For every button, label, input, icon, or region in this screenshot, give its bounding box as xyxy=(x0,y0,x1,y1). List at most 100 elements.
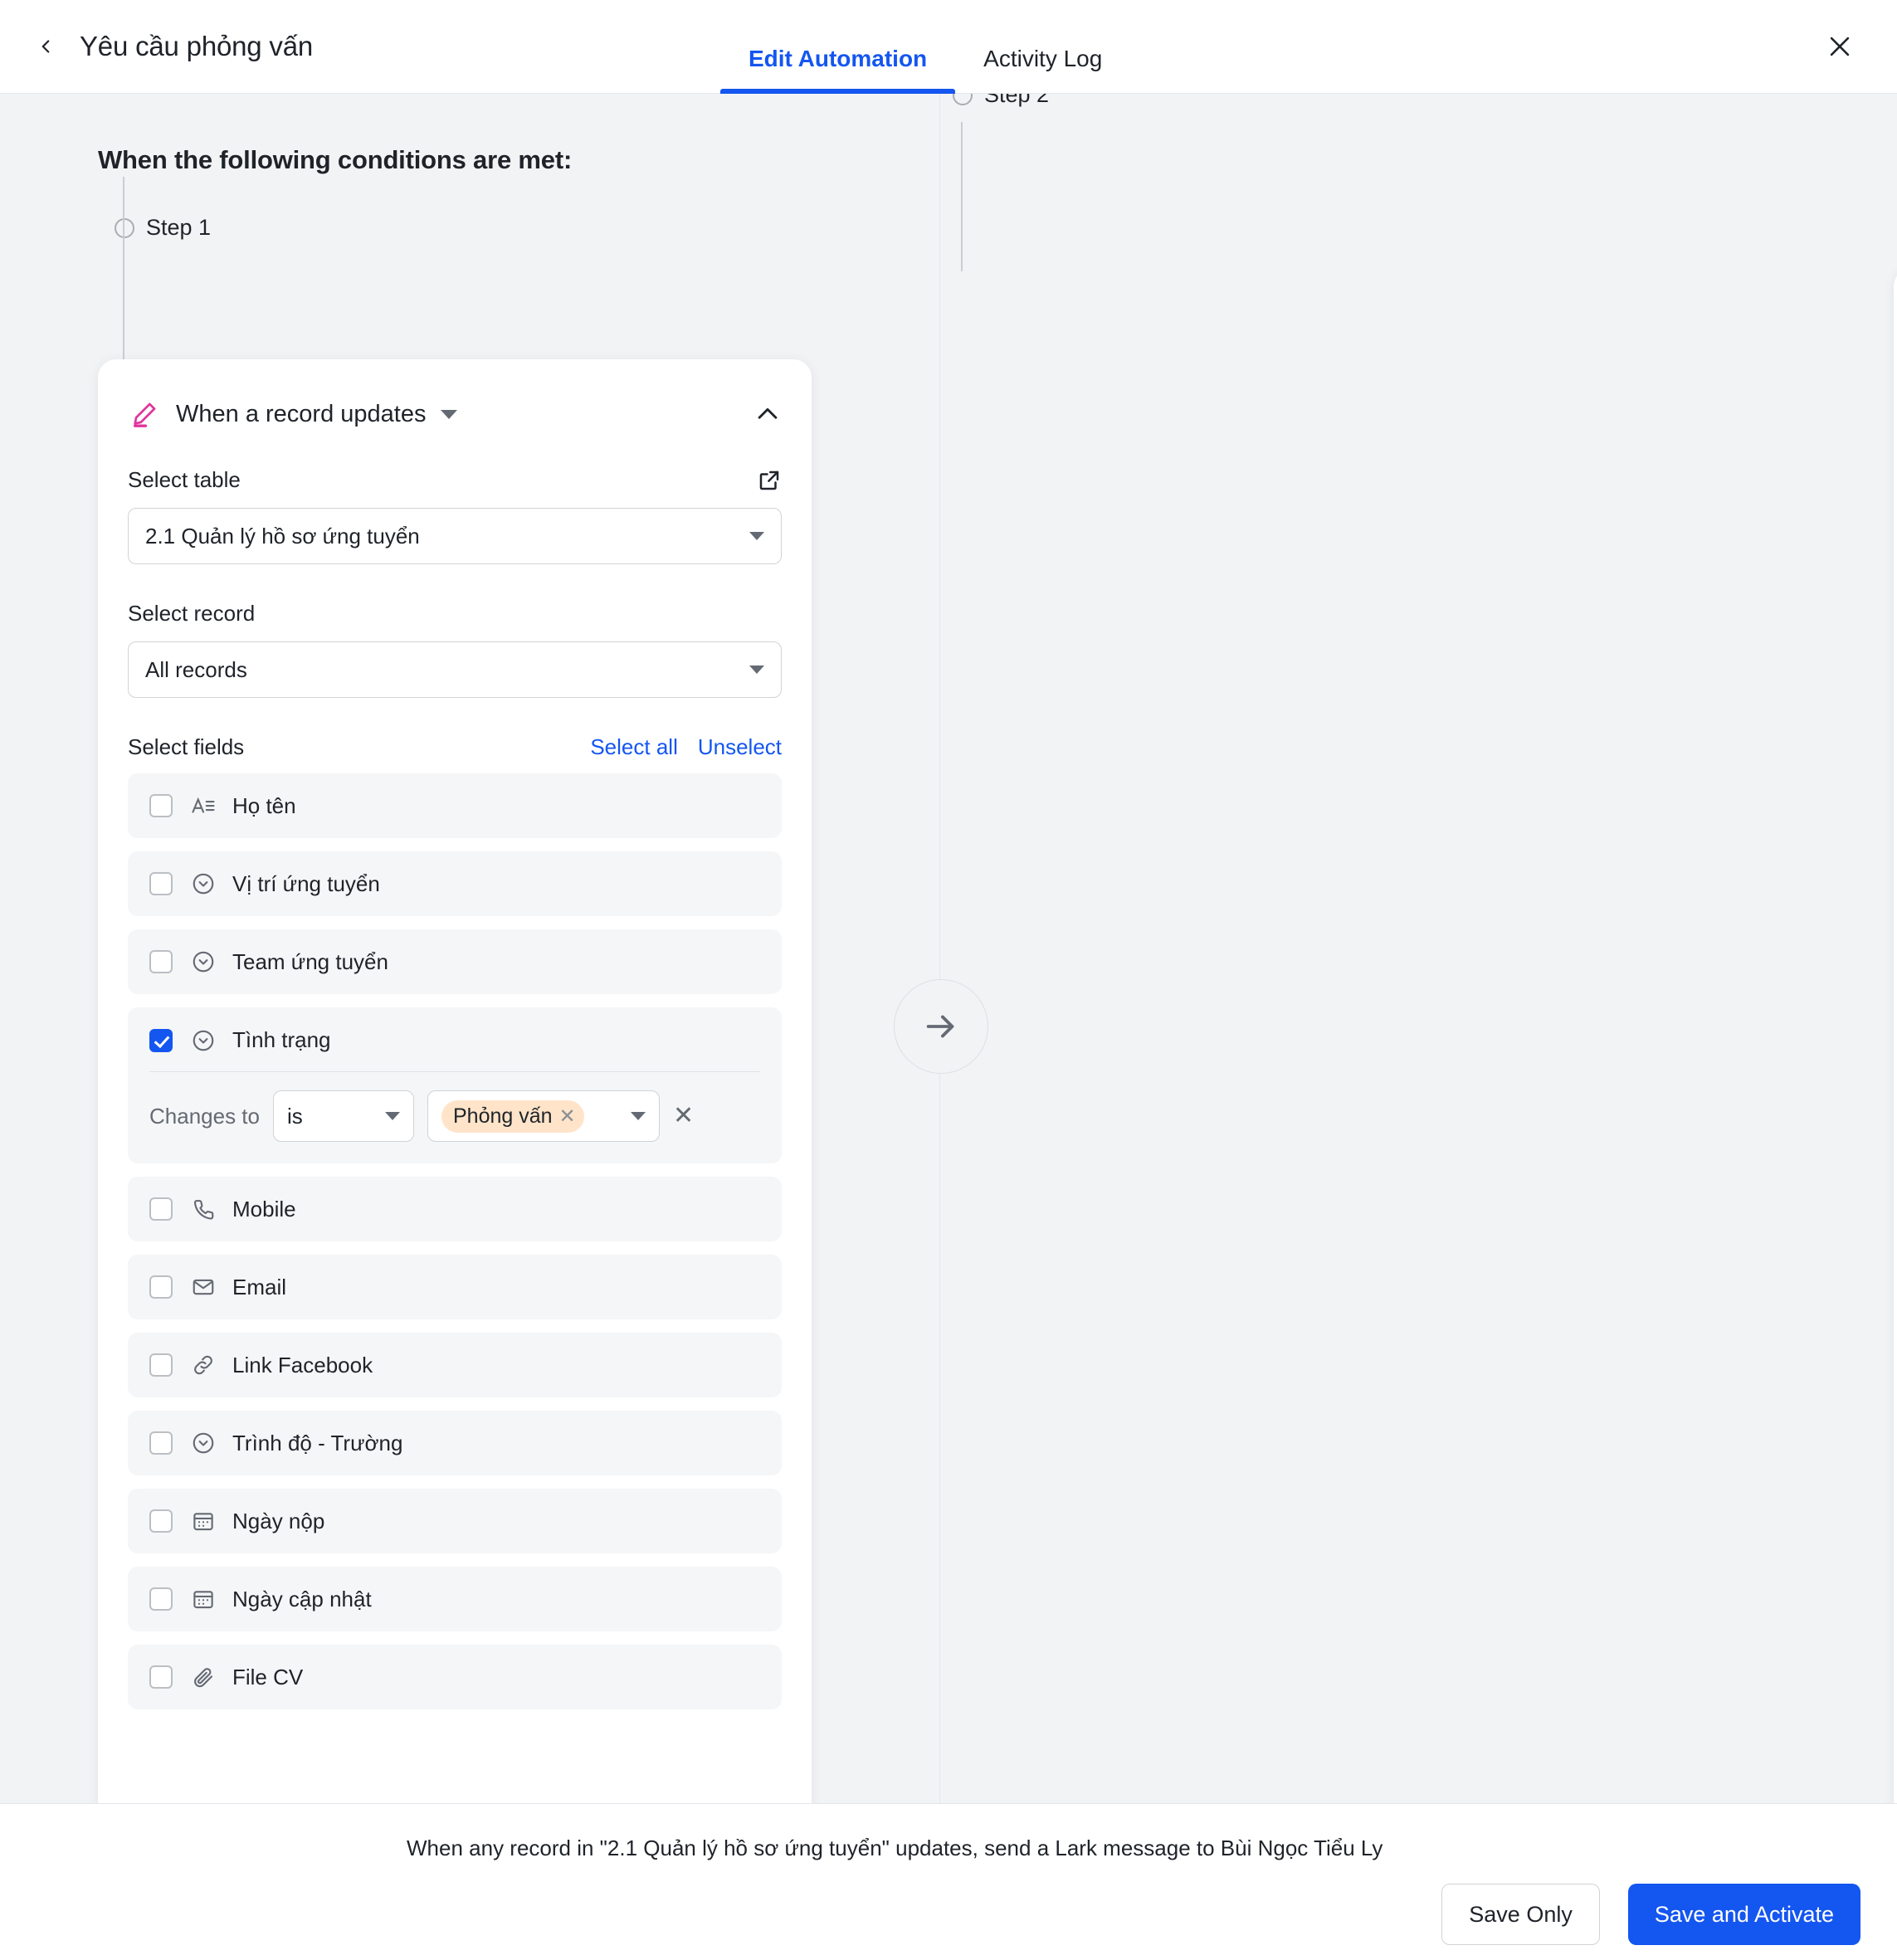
trigger-collapse-chevron-up-icon[interactable] xyxy=(753,400,782,428)
field-row-team-ung-tuyen[interactable]: Team ứng tuyển xyxy=(128,929,782,994)
field-name: Team ứng tuyển xyxy=(232,948,388,974)
footer-actions: Save Only Save and Activate xyxy=(1441,1884,1860,1945)
field-row-ho-ten[interactable]: Họ tên xyxy=(128,773,782,838)
page-title: Yêu cầu phỏng vấn xyxy=(80,31,313,61)
select-table-label-row: Select table xyxy=(128,467,782,493)
attachment-icon xyxy=(191,1665,216,1689)
condition-operator-dropdown[interactable]: is xyxy=(272,1090,414,1142)
trigger-card: When a record updates Select table 2.1 Q xyxy=(98,359,812,1803)
field-checkbox[interactable] xyxy=(149,950,173,973)
tag-close-icon[interactable]: ✕ xyxy=(559,1104,576,1129)
window-header: Yêu cầu phỏng vấn Edit Automation Activi… xyxy=(0,0,1897,94)
select-table-value: 2.1 Quản lý hồ sơ ứng tuyển xyxy=(145,523,420,549)
remove-condition-close-icon[interactable]: ✕ xyxy=(673,1104,694,1129)
select-all-link[interactable]: Select all xyxy=(590,734,678,760)
field-checkbox[interactable] xyxy=(149,1197,173,1221)
select-table-dropdown[interactable]: 2.1 Quản lý hồ sơ ứng tuyển xyxy=(128,508,782,564)
caret-down-icon xyxy=(630,1112,646,1120)
field-row-ngay-nop[interactable]: Ngày nộp xyxy=(128,1489,782,1553)
condition-value-tag-label: Phỏng vấn xyxy=(452,1104,553,1128)
field-row-tinh-trang: Tình trạng Changes to is Phỏng vấn ✕ ✕ xyxy=(128,1007,782,1163)
field-name: Họ tên xyxy=(232,792,296,818)
unselect-link[interactable]: Unselect xyxy=(698,734,782,760)
action-card: Send a Lark message From HRM-ATS xyxy=(1894,268,1897,1803)
select-fields-label-row: Select fields Select all Unselect xyxy=(128,734,782,760)
trigger-card-header: When a record updates xyxy=(128,359,782,431)
tab-edit-automation[interactable]: Edit Automation xyxy=(720,46,956,94)
field-name: Trình độ - Trường xyxy=(232,1430,403,1455)
envelope-icon xyxy=(191,1275,216,1299)
close-icon xyxy=(1830,37,1850,56)
step-dot-icon xyxy=(115,217,134,238)
field-name: Email xyxy=(232,1274,287,1299)
field-name: Link Facebook xyxy=(232,1352,373,1377)
arrow-right-icon xyxy=(926,1015,954,1038)
field-checkbox[interactable] xyxy=(149,1509,173,1533)
field-row-vi-tri-ung-tuyen[interactable]: Vị trí ứng tuyển xyxy=(128,851,782,916)
save-only-button[interactable]: Save Only xyxy=(1441,1884,1600,1945)
step-connector-arrow[interactable] xyxy=(894,979,988,1074)
external-link-icon[interactable] xyxy=(757,468,782,493)
field-name: Ngày cập nhật xyxy=(232,1586,372,1611)
select-record-label: Select record xyxy=(128,601,256,626)
condition-value-tag: Phỏng vấn ✕ xyxy=(441,1099,584,1133)
field-row-file-cv[interactable]: File CV xyxy=(128,1645,782,1709)
field-row-trinh-do-truong[interactable]: Trình độ - Trường xyxy=(128,1411,782,1475)
field-row-mobile[interactable]: Mobile xyxy=(128,1177,782,1241)
chevron-left-icon xyxy=(41,40,50,53)
field-checkbox[interactable] xyxy=(149,1028,173,1052)
condition-row: Changes to is Phỏng vấn ✕ ✕ xyxy=(128,1072,782,1163)
single-select-icon xyxy=(191,871,216,896)
step-2-label: Step 2 xyxy=(953,94,1897,108)
field-checkbox[interactable] xyxy=(149,1431,173,1455)
step-2-connector xyxy=(961,122,963,271)
calendar-icon xyxy=(191,1587,216,1611)
step-1-connector xyxy=(123,177,124,363)
single-select-icon xyxy=(191,1431,216,1455)
field-row-ngay-cap-nhat[interactable]: Ngày cập nhật xyxy=(128,1567,782,1631)
section-heading: When the following conditions are met: xyxy=(98,145,573,174)
field-checkbox[interactable] xyxy=(149,1665,173,1689)
action-column: Step 2 Send a Lark message Fr xyxy=(941,94,1897,1803)
step-dot-icon xyxy=(953,94,973,105)
condition-operator-value: is xyxy=(286,1103,303,1129)
trigger-dropdown-caret-down-icon[interactable] xyxy=(441,409,458,419)
field-name: Mobile xyxy=(232,1196,296,1221)
save-and-activate-button[interactable]: Save and Activate xyxy=(1627,1884,1860,1945)
field-row-email[interactable]: Email xyxy=(128,1255,782,1319)
single-select-icon xyxy=(191,949,216,974)
select-table-label: Select table xyxy=(128,467,241,492)
link-icon xyxy=(191,1353,216,1377)
field-checkbox[interactable] xyxy=(149,794,173,817)
calendar-icon xyxy=(191,1509,216,1533)
window-footer: When any record in "2.1 Quản lý hồ sơ ứn… xyxy=(0,1803,1897,1960)
field-checkbox[interactable] xyxy=(149,872,173,895)
field-name: Tình trạng xyxy=(232,1027,331,1052)
field-checkbox[interactable] xyxy=(149,1587,173,1611)
step-1-text: Step 1 xyxy=(146,215,212,240)
field-checkbox[interactable] xyxy=(149,1275,173,1299)
text-field-icon xyxy=(191,793,216,818)
back-button[interactable] xyxy=(27,27,65,66)
field-name: Ngày nộp xyxy=(232,1508,325,1533)
pencil-edit-icon xyxy=(128,397,161,431)
select-fields-label: Select fields xyxy=(128,734,245,759)
trigger-column: When the following conditions are met: S… xyxy=(0,94,940,1803)
automation-editor-window: Yêu cầu phỏng vấn Edit Automation Activi… xyxy=(0,0,1897,1960)
field-name: Vị trí ứng tuyển xyxy=(232,870,380,896)
condition-value-dropdown[interactable]: Phỏng vấn ✕ xyxy=(427,1090,660,1142)
field-name: File CV xyxy=(232,1664,304,1689)
automation-summary: When any record in "2.1 Quản lý hồ sơ ứn… xyxy=(407,1836,1383,1860)
close-button[interactable] xyxy=(1819,26,1860,67)
field-row-tinh-trang-header[interactable]: Tình trạng xyxy=(128,1007,782,1071)
single-select-icon xyxy=(191,1028,216,1053)
header-tabs: Edit Automation Activity Log xyxy=(720,0,1130,94)
caret-down-icon xyxy=(749,666,764,674)
field-checkbox[interactable] xyxy=(149,1353,173,1377)
step-2-text: Step 2 xyxy=(984,94,1050,107)
field-row-link-facebook[interactable]: Link Facebook xyxy=(128,1333,782,1397)
caret-down-icon xyxy=(384,1112,400,1120)
tab-activity-log[interactable]: Activity Log xyxy=(955,46,1130,94)
select-record-value: All records xyxy=(145,656,247,682)
select-record-dropdown[interactable]: All records xyxy=(128,641,782,698)
